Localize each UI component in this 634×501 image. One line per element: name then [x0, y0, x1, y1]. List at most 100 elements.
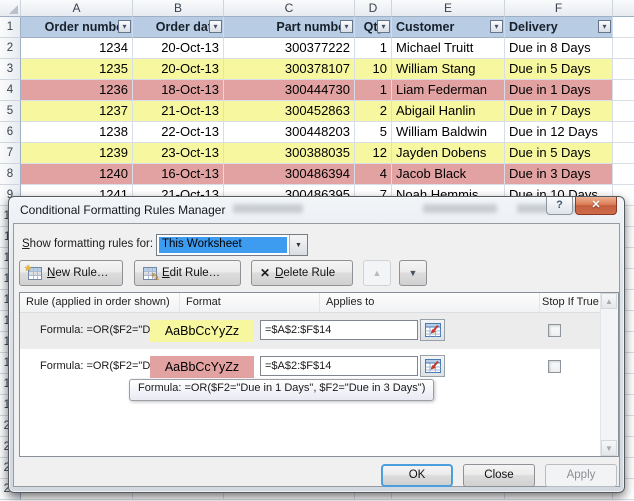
cell-C5[interactable]: 300452863 — [224, 101, 355, 122]
col-header-C[interactable]: C — [224, 0, 355, 17]
cell-A3[interactable]: 1235 — [21, 59, 133, 80]
filter-icon[interactable]: ▾ — [340, 20, 353, 33]
cell-G7[interactable] — [613, 143, 634, 164]
cell-A2[interactable]: 1234 — [21, 38, 133, 59]
col-header-B[interactable]: B — [133, 0, 224, 17]
select-all-corner[interactable] — [0, 0, 21, 17]
cell-A4[interactable]: 1236 — [21, 80, 133, 101]
cell-B7[interactable]: 23-Oct-13 — [133, 143, 224, 164]
cell-F6[interactable]: Due in 12 Days — [505, 122, 613, 143]
rule-row-yellow[interactable]: Formula: =OR($F2="D… AaBbCcYyZz =$A$2:$F… — [20, 313, 601, 349]
cell-B8[interactable]: 16-Oct-13 — [133, 164, 224, 185]
stop-if-true-checkbox[interactable] — [548, 324, 561, 337]
scroll-up-icon[interactable]: ▲ — [601, 293, 617, 309]
delete-rule-button[interactable]: ✕ Delete Rule — [251, 260, 353, 286]
move-rule-down-button[interactable]: ▼ — [399, 260, 427, 286]
move-rule-up-button[interactable]: ▲ — [363, 260, 391, 286]
cell-D7[interactable]: 12 — [355, 143, 392, 164]
cell-C3[interactable]: 300378107 — [224, 59, 355, 80]
cell-F2[interactable]: Due in 8 Days — [505, 38, 613, 59]
help-button[interactable]: ? — [546, 197, 573, 215]
cell-B3[interactable]: 20-Oct-13 — [133, 59, 224, 80]
scroll-down-icon[interactable]: ▼ — [601, 440, 617, 456]
col-header-E[interactable]: E — [392, 0, 505, 17]
cell-A5[interactable]: 1237 — [21, 101, 133, 122]
row-header-5[interactable]: 5 — [0, 101, 21, 122]
stop-if-true-checkbox[interactable] — [548, 360, 561, 373]
cell-E1[interactable]: Customer▾ — [392, 17, 505, 38]
cell-E6[interactable]: William Baldwin — [392, 122, 505, 143]
cell-G1[interactable] — [613, 17, 634, 38]
filter-icon[interactable]: ▾ — [377, 20, 390, 33]
cell-G6[interactable] — [613, 122, 634, 143]
col-header-A[interactable]: A — [21, 0, 133, 17]
ok-button[interactable]: OK — [381, 464, 453, 487]
cell-D6[interactable]: 5 — [355, 122, 392, 143]
cell-G8[interactable] — [613, 164, 634, 185]
cell-A6[interactable]: 1238 — [21, 122, 133, 143]
cell-C4[interactable]: 300444730 — [224, 80, 355, 101]
col-header-F[interactable]: F — [505, 0, 613, 17]
cell-E3[interactable]: William Stang — [392, 59, 505, 80]
cell-F8[interactable]: Due in 3 Days — [505, 164, 613, 185]
filter-icon[interactable]: ▾ — [118, 20, 131, 33]
filter-icon[interactable]: ▾ — [490, 20, 503, 33]
dialog-titlebar[interactable]: Conditional Formatting Rules Manager ? ✕ — [9, 197, 624, 223]
cell-C1[interactable]: Part number▾ — [224, 17, 355, 38]
row-header-8[interactable]: 8 — [0, 164, 21, 185]
new-rule-button[interactable]: ★ New Rule… — [19, 260, 123, 286]
cell-B6[interactable]: 22-Oct-13 — [133, 122, 224, 143]
cell-G4[interactable] — [613, 80, 634, 101]
cell-D1[interactable]: Qty.▾ — [355, 17, 392, 38]
cell-A8[interactable]: 1240 — [21, 164, 133, 185]
filter-icon[interactable]: ▾ — [209, 20, 222, 33]
cell-B1[interactable]: Order date▾ — [133, 17, 224, 38]
cell-A7[interactable]: 1239 — [21, 143, 133, 164]
applies-to-field[interactable]: =$A$2:$F$14 — [260, 356, 418, 376]
cell-C7[interactable]: 300388035 — [224, 143, 355, 164]
range-selector-button[interactable] — [420, 319, 445, 341]
col-header-G-partial[interactable] — [613, 0, 634, 17]
cell-C6[interactable]: 300448203 — [224, 122, 355, 143]
cell-F4[interactable]: Due in 1 Days — [505, 80, 613, 101]
cell-B5[interactable]: 21-Oct-13 — [133, 101, 224, 122]
cell-G2[interactable] — [613, 38, 634, 59]
cell-B2[interactable]: 20-Oct-13 — [133, 38, 224, 59]
cell-F3[interactable]: Due in 5 Days — [505, 59, 613, 80]
chevron-down-icon[interactable]: ▼ — [289, 235, 307, 255]
cell-E2[interactable]: Michael Truitt — [392, 38, 505, 59]
close-button[interactable]: ✕ — [575, 197, 617, 215]
row-header-1[interactable]: 1 — [0, 17, 21, 38]
rules-list-scrollbar[interactable]: ▲ ▼ — [600, 293, 618, 456]
row-header-7[interactable]: 7 — [0, 143, 21, 164]
cell-D3[interactable]: 10 — [355, 59, 392, 80]
cell-C8[interactable]: 300486394 — [224, 164, 355, 185]
cell-G5[interactable] — [613, 101, 634, 122]
cell-A1[interactable]: Order number▾ — [21, 17, 133, 38]
applies-to-field[interactable]: =$A$2:$F$14 — [260, 320, 418, 340]
row-header-3[interactable]: 3 — [0, 59, 21, 80]
cell-C2[interactable]: 300377222 — [224, 38, 355, 59]
apply-button[interactable]: Apply — [545, 464, 617, 487]
show-rules-dropdown[interactable]: This Worksheet ▼ — [156, 234, 308, 256]
cell-D2[interactable]: 1 — [355, 38, 392, 59]
cell-F1[interactable]: Delivery▾ — [505, 17, 613, 38]
row-header-2[interactable]: 2 — [0, 38, 21, 59]
cell-G3[interactable] — [613, 59, 634, 80]
filter-icon[interactable]: ▾ — [598, 20, 611, 33]
close-dialog-button[interactable]: Close — [463, 464, 535, 487]
cell-E5[interactable]: Abigail Hanlin — [392, 101, 505, 122]
cell-B4[interactable]: 18-Oct-13 — [133, 80, 224, 101]
row-header-4[interactable]: 4 — [0, 80, 21, 101]
cell-E4[interactable]: Liam Federman — [392, 80, 505, 101]
row-header-6[interactable]: 6 — [0, 122, 21, 143]
cell-F5[interactable]: Due in 7 Days — [505, 101, 613, 122]
cell-E7[interactable]: Jayden Dobens — [392, 143, 505, 164]
edit-rule-button[interactable]: ✎ Edit Rule… — [134, 260, 241, 286]
cell-D5[interactable]: 2 — [355, 101, 392, 122]
cell-D4[interactable]: 1 — [355, 80, 392, 101]
col-header-D[interactable]: D — [355, 0, 392, 17]
cell-F7[interactable]: Due in 5 Days — [505, 143, 613, 164]
cell-D8[interactable]: 4 — [355, 164, 392, 185]
cell-E8[interactable]: Jacob Black — [392, 164, 505, 185]
